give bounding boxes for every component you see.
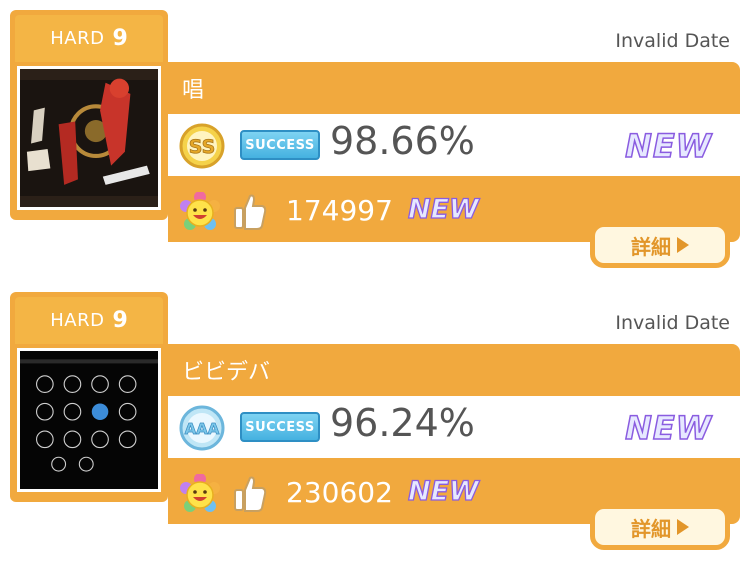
rank-aaa-icon: AAA <box>179 405 225 451</box>
play-date: Invalid Date <box>615 30 730 52</box>
result-card-1: HARD 9 Invalid Date 唱 SS SUCCESS 98.66% … <box>0 0 750 282</box>
score-value: 174997 <box>286 194 393 227</box>
song-jacket-image <box>17 66 161 210</box>
difficulty-name: HARD <box>50 28 105 49</box>
difficulty-name: HARD <box>50 310 105 331</box>
success-badge: SUCCESS <box>240 130 320 160</box>
flower-smile-icon <box>180 474 220 512</box>
jacket-frame <box>10 62 168 220</box>
thumbs-up-icon <box>234 194 267 230</box>
play-date: Invalid Date <box>615 312 730 334</box>
difficulty-tab: HARD 9 <box>10 10 168 62</box>
result-card-2: HARD 9 Invalid Date ビビデバ AAA SUCCESS 96.… <box>0 282 750 564</box>
song-title: 唱 <box>182 78 205 103</box>
svg-text:SS: SS <box>189 136 216 158</box>
accuracy-row: SS SUCCESS 98.66% NEW <box>168 114 740 176</box>
play-arrow-icon <box>677 519 689 535</box>
song-jacket-image <box>17 348 161 492</box>
detail-button[interactable]: 詳細 <box>590 504 730 550</box>
svg-text:AAA: AAA <box>185 420 220 438</box>
detail-button-label: 詳細 <box>631 234 671 259</box>
new-accuracy-badge: NEW <box>624 126 712 166</box>
new-score-badge: NEW <box>407 475 479 507</box>
result-panel: ビビデバ AAA SUCCESS 96.24% NEW 230602 NEW <box>168 344 740 524</box>
accuracy-row: AAA SUCCESS 96.24% NEW <box>168 396 740 458</box>
thumbs-up-icon <box>234 476 267 512</box>
accuracy-value: 96.24% <box>330 401 475 445</box>
new-score-badge: NEW <box>407 193 479 225</box>
success-badge: SUCCESS <box>240 412 320 442</box>
score-value: 230602 <box>286 476 393 509</box>
result-panel: 唱 SS SUCCESS 98.66% NEW 174997 NEW <box>168 62 740 242</box>
rank-ss-icon: SS <box>179 123 225 169</box>
play-arrow-icon <box>677 237 689 253</box>
flower-smile-icon <box>180 192 220 230</box>
song-title: ビビデバ <box>182 360 271 385</box>
new-accuracy-badge: NEW <box>624 408 712 448</box>
difficulty-level: 9 <box>112 308 128 333</box>
detail-button[interactable]: 詳細 <box>590 222 730 268</box>
difficulty-level: 9 <box>112 26 128 51</box>
jacket-frame <box>10 344 168 502</box>
detail-button-label: 詳細 <box>631 516 671 541</box>
difficulty-tab: HARD 9 <box>10 292 168 344</box>
accuracy-value: 98.66% <box>330 119 475 163</box>
